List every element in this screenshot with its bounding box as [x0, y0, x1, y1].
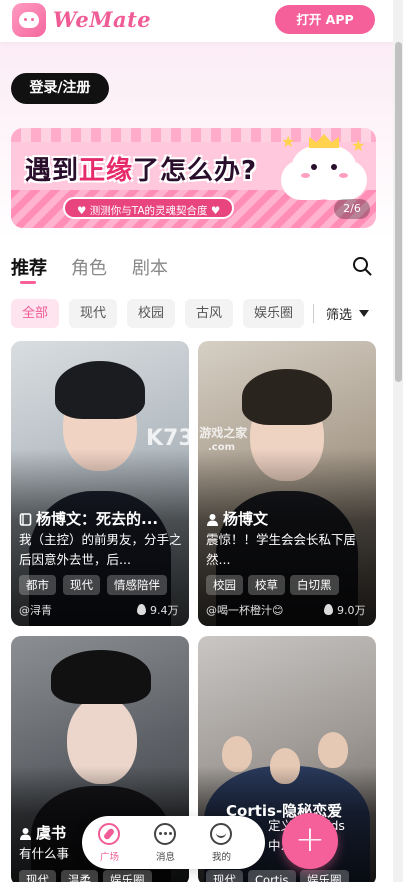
banner-page-counter: 2/6	[334, 199, 370, 219]
filter-button[interactable]: 筛选	[326, 304, 352, 323]
card-description: 震惊！！学生会会长私下居然...	[206, 532, 357, 567]
flame-icon	[137, 604, 146, 615]
filter-chip-ancient[interactable]: 古风	[185, 299, 233, 328]
filter-chip-entertainment[interactable]: 娱乐圈	[243, 299, 304, 328]
smile-icon	[210, 823, 232, 845]
person-icon	[207, 514, 218, 526]
card-tag: 白切黑	[290, 575, 339, 595]
card-tag: 情感陪伴	[107, 575, 167, 595]
card-tag: 校园	[206, 575, 243, 595]
chat-icon	[154, 823, 176, 845]
cloud-mascot-icon	[291, 146, 357, 194]
book-icon	[19, 513, 32, 526]
card-tag: 现代	[206, 870, 243, 882]
tab-scripts[interactable]: 剧本	[132, 254, 168, 280]
filter-chip-all[interactable]: 全部	[11, 299, 59, 328]
tab-recommend[interactable]: 推荐	[11, 254, 47, 280]
filter-chip-campus[interactable]: 校园	[127, 299, 175, 328]
compass-icon	[98, 823, 120, 845]
search-icon[interactable]	[352, 256, 372, 276]
star-icon: ★	[351, 136, 366, 155]
promo-banner[interactable]: 遇到正缘了怎么办? ♥ 测测你与TA的灵魂契合度 ♥ ★ ★	[11, 128, 376, 228]
banner-title: 遇到正缘了怎么办?	[25, 156, 258, 186]
nav-item-profile[interactable]: 我的	[194, 816, 249, 869]
nav-label: 广场	[99, 852, 119, 863]
card-tag: 娱乐圈	[103, 870, 152, 882]
card-title: 杨博文	[206, 508, 368, 529]
card-description: 我（主控）的前男友，分手之后因意外去世，后...	[19, 532, 182, 567]
nav-item-plaza[interactable]: 广场	[82, 816, 137, 869]
character-card[interactable]: 杨博文：死去的... 我（主控）的前男友，分手之后因意外去世，后... 都市 现…	[11, 341, 189, 626]
card-author: @浔青	[19, 604, 52, 617]
k73-watermark-logo: K73 游戏之家 .com	[146, 426, 248, 453]
active-tab-indicator	[20, 281, 36, 284]
caret-down-icon[interactable]	[359, 310, 369, 317]
card-tag: 娱乐圈	[300, 870, 349, 882]
card-likes: 9.4万	[137, 602, 179, 618]
nav-item-messages[interactable]: 消息	[138, 816, 193, 869]
card-tag: 校草	[248, 575, 285, 595]
card-title: 杨博文：死去的...	[19, 508, 181, 529]
nav-label: 消息	[155, 852, 175, 863]
filter-divider	[313, 304, 314, 323]
person-icon	[20, 828, 31, 840]
card-tag: 现代	[19, 870, 56, 882]
card-description: 有什么事	[19, 846, 70, 861]
star-icon: ★	[281, 132, 296, 151]
flame-icon	[324, 604, 333, 615]
tab-characters[interactable]: 角色	[71, 254, 107, 280]
card-tag: 都市	[19, 575, 56, 595]
create-plus-button[interactable]: +	[282, 813, 338, 869]
card-tag: 现代	[63, 575, 100, 595]
app-name: WeMate	[53, 7, 152, 32]
filter-chip-modern[interactable]: 现代	[69, 299, 117, 328]
top-header: WeMate 打开 APP	[0, 0, 393, 42]
nav-label: 我的	[211, 852, 231, 863]
scrollbar-thumb[interactable]	[395, 42, 402, 382]
card-author: @喝一杯橙汁😊	[206, 604, 284, 617]
card-tag: Cortis	[248, 870, 296, 882]
app-logo-icon	[12, 3, 46, 37]
bottom-navigation: 广场 消息 我的	[82, 816, 265, 869]
card-likes: 9.0万	[324, 602, 366, 618]
banner-subtitle: ♥ 测测你与TA的灵魂契合度 ♥	[77, 205, 221, 217]
character-card[interactable]: 杨博文 震惊！！学生会会长私下居然... 校园 校草 白切黑 @喝一杯橙汁😊 9…	[198, 341, 376, 626]
open-app-button[interactable]: 打开 APP	[275, 5, 375, 34]
card-title: 虞书	[19, 822, 89, 843]
login-register-button[interactable]: 登录/注册	[11, 73, 109, 104]
card-tag: 温柔	[61, 870, 98, 882]
